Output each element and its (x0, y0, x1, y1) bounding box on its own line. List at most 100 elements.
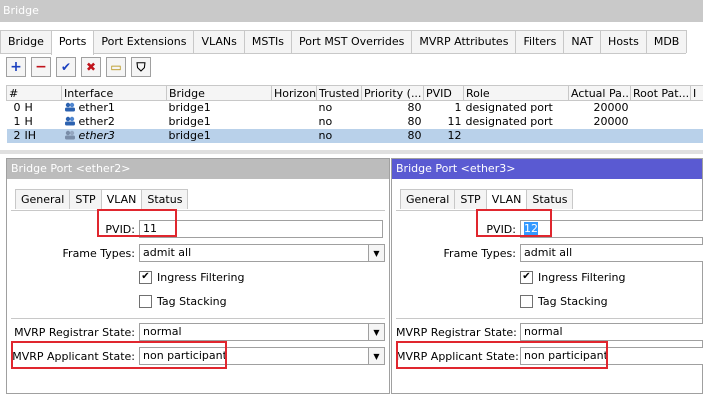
filter-icon: ⛉ (136, 60, 146, 74)
window-title: Bridge (0, 0, 703, 22)
row-number: 0 (13, 101, 21, 115)
add-button[interactable]: + (6, 57, 26, 77)
tab-general[interactable]: General (15, 189, 71, 209)
ingress-filtering-checkbox[interactable]: ✔ Ingress Filtering (520, 268, 625, 286)
row-horizon (272, 115, 317, 129)
filter-button[interactable]: ⛉ (131, 57, 151, 77)
tab-port-mst-overrides[interactable]: Port MST Overrides (291, 30, 413, 53)
row-trusted: no (316, 128, 362, 143)
col-bridge[interactable]: Bridge (166, 85, 272, 101)
row-root-path (630, 128, 691, 143)
frame-types-label: Frame Types: (443, 246, 516, 260)
bridge-port-panel-ether3: Bridge Port <ether3> General STP VLAN St… (391, 158, 703, 394)
tab-port-extensions[interactable]: Port Extensions (93, 30, 195, 53)
tab-filters[interactable]: Filters (515, 30, 565, 53)
col-interface[interactable]: Interface (61, 85, 167, 101)
checkbox-unchecked-icon (520, 294, 533, 308)
panel-title[interactable]: Bridge Port <ether2> (7, 159, 389, 179)
enable-button[interactable]: ✔ (56, 57, 76, 77)
panel-tabs: General STP VLAN Status (400, 189, 574, 209)
interface-icon (64, 116, 75, 126)
row-bridge: bridge1 (168, 101, 211, 115)
interface-icon (64, 103, 75, 112)
row-pvid: 11 (447, 115, 462, 128)
row-trusted: no (318, 101, 333, 115)
col-pvid[interactable]: PVID (423, 85, 464, 101)
row-actual-path (568, 128, 631, 143)
tag-stacking-label: Tag Stacking (538, 294, 608, 308)
registrar-state-select[interactable]: normal (139, 323, 369, 341)
toolbar: + − ✔ ✖ ▭ ⛉ (6, 57, 151, 77)
tab-stp[interactable]: STP (69, 189, 102, 209)
tab-mstis[interactable]: MSTIs (243, 30, 293, 53)
table-row[interactable]: 0H ether1 bridge1 no 80 1 designated por… (7, 101, 703, 115)
registrar-state-select[interactable]: normal (520, 323, 703, 341)
ingress-filtering-label: Ingress Filtering (157, 270, 245, 284)
row-horizon (271, 128, 317, 143)
highlight-box-pvid (476, 209, 552, 237)
frame-types-select[interactable]: admit all (520, 244, 703, 262)
checkbox-checked-icon: ✔ (139, 270, 152, 284)
highlight-box-applicant (396, 341, 608, 369)
minus-icon: − (35, 59, 47, 75)
tab-vlan[interactable]: VLAN (100, 189, 143, 209)
tab-mdb[interactable]: MDB (645, 30, 688, 53)
tab-nat[interactable]: NAT (563, 30, 602, 53)
tag-stacking-label: Tag Stacking (157, 294, 227, 308)
tab-hosts[interactable]: Hosts (600, 30, 647, 53)
tag-stacking-checkbox[interactable]: Tag Stacking (520, 292, 608, 310)
tab-stp[interactable]: STP (454, 189, 487, 209)
row-interface: ether3 (78, 129, 115, 142)
checkbox-checked-icon: ✔ (520, 270, 533, 284)
tab-mvrp-attributes[interactable]: MVRP Attributes (411, 30, 517, 53)
dropdown-arrow-icon[interactable]: ▼ (369, 323, 385, 341)
col-num[interactable]: # (6, 85, 62, 101)
col-more[interactable]: I (690, 85, 703, 101)
row-priority: 80 (407, 101, 422, 115)
col-root-path[interactable]: Root Pat... (630, 85, 691, 101)
table-row[interactable]: 2 IH ether3 bridge1 no 80 12 (6, 128, 703, 143)
tab-bridge[interactable]: Bridge (0, 30, 52, 53)
row-flags: IH (24, 129, 37, 142)
plus-icon: + (10, 59, 22, 75)
col-horizon[interactable]: Horizon (271, 85, 317, 101)
row-flags: H (24, 101, 33, 115)
comment-icon: ▭ (110, 60, 122, 74)
row-bridge: bridge1 (168, 115, 211, 128)
col-priority[interactable]: Priority (... (361, 85, 424, 101)
col-trusted[interactable]: Trusted (316, 85, 362, 101)
col-actual-path[interactable]: Actual Pa... (568, 85, 631, 101)
highlight-box-applicant (11, 341, 227, 369)
dropdown-arrow-icon[interactable]: ▼ (369, 347, 385, 365)
row-role: designated port (465, 101, 553, 115)
row-pvid: 12 (423, 128, 464, 143)
tab-status[interactable]: Status (526, 189, 574, 209)
tag-stacking-checkbox[interactable]: Tag Stacking (139, 292, 227, 310)
tab-vlans[interactable]: VLANs (193, 30, 245, 53)
row-root-path (631, 101, 691, 115)
tab-general[interactable]: General (400, 189, 456, 209)
row-interface: ether1 (78, 101, 115, 115)
tab-status[interactable]: Status (141, 189, 189, 209)
panel-divider (0, 150, 703, 154)
comment-button[interactable]: ▭ (106, 57, 126, 77)
row-number: 1 (13, 115, 21, 128)
main-tabbar: Bridge Ports Port Extensions VLANs MSTIs… (0, 30, 688, 55)
frame-types-label: Frame Types: (62, 246, 135, 260)
row-bridge: bridge1 (166, 128, 272, 143)
remove-button[interactable]: − (31, 57, 51, 77)
row-trusted: no (318, 115, 333, 128)
tab-vlan[interactable]: VLAN (485, 189, 528, 209)
tab-ports[interactable]: Ports (50, 30, 95, 55)
table-row[interactable]: 1H ether2 bridge1 no 80 11 designated po… (7, 115, 703, 129)
registrar-state-label: MVRP Registrar State: (396, 325, 517, 339)
disable-button[interactable]: ✖ (81, 57, 101, 77)
panel-title[interactable]: Bridge Port <ether3> (392, 159, 702, 179)
dropdown-arrow-icon[interactable]: ▼ (369, 244, 385, 262)
row-root-path (631, 115, 691, 129)
row-role (463, 128, 569, 143)
row-actual-path: 20000 (593, 115, 629, 128)
ingress-filtering-checkbox[interactable]: ✔ Ingress Filtering (139, 268, 244, 286)
col-role[interactable]: Role (463, 85, 569, 101)
frame-types-select[interactable]: admit all (139, 244, 369, 262)
